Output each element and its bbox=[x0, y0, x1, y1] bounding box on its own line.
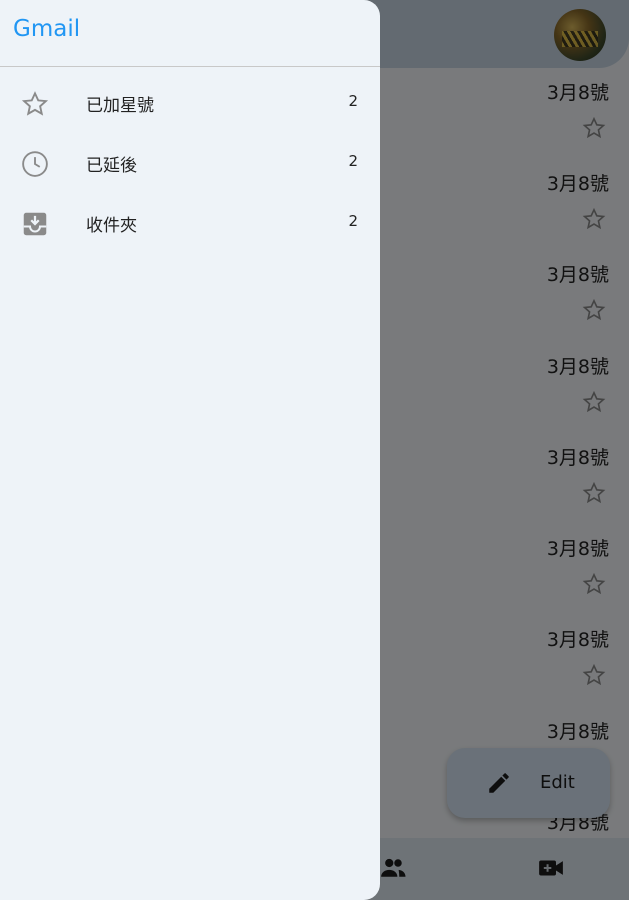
drawer-title: Gmail bbox=[13, 16, 81, 42]
clock-icon bbox=[22, 151, 48, 177]
drawer-item-label: 已延後 bbox=[86, 156, 137, 176]
drawer-item-starred[interactable]: 已加星號 2 bbox=[0, 73, 380, 133]
drawer-item-count: 2 bbox=[348, 92, 358, 110]
drawer-item-count: 2 bbox=[348, 152, 358, 170]
drawer-item-label: 收件夾 bbox=[86, 216, 137, 236]
star-outline-icon bbox=[21, 91, 49, 116]
drawer-item-snoozed[interactable]: 已延後 2 bbox=[0, 133, 380, 193]
drawer-item-label: 已加星號 bbox=[86, 96, 154, 116]
drawer-item-inbox[interactable]: 收件夾 2 bbox=[0, 193, 380, 253]
drawer-divider bbox=[0, 66, 380, 67]
navigation-drawer: Gmail 已加星號 2 已延後 2 收件夾 2 bbox=[0, 0, 380, 900]
drawer-item-count: 2 bbox=[348, 212, 358, 230]
inbox-icon bbox=[23, 212, 47, 236]
